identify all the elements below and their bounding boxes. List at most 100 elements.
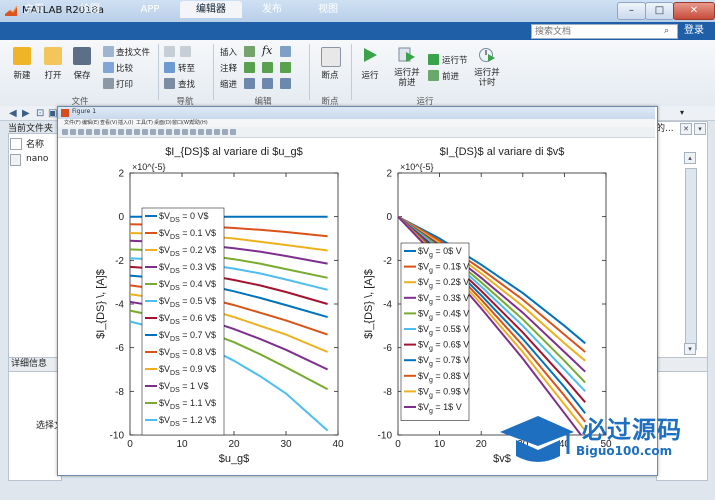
forward-nav-icon[interactable] xyxy=(180,46,191,57)
insert-button[interactable]: 插入 xyxy=(220,46,237,58)
breakpoints-icon[interactable] xyxy=(321,47,341,67)
increase-indent-icon[interactable] xyxy=(262,78,273,89)
new-file-icon[interactable] xyxy=(13,47,31,65)
vertical-scrollbar[interactable] xyxy=(685,168,697,350)
figure-tool-icon[interactable] xyxy=(190,129,196,135)
up-folder-icon[interactable]: ⊡ xyxy=(36,108,44,119)
figure-tool-icon[interactable] xyxy=(102,129,108,135)
advance-icon[interactable] xyxy=(428,70,439,81)
file-list-item[interactable]: nano xyxy=(26,154,48,164)
figure-tool-icon[interactable] xyxy=(70,129,76,135)
advance-button[interactable]: 前进 xyxy=(442,70,459,82)
goto-icon[interactable] xyxy=(164,62,175,73)
close-button[interactable]: ✕ xyxy=(673,2,715,20)
figure-menu-view[interactable]: 查看(V) xyxy=(100,119,117,126)
figure-menu-edit[interactable]: 编辑(E) xyxy=(82,119,99,126)
tab-publish[interactable]: 发布 xyxy=(250,1,294,18)
figure-menu-insert[interactable]: 插入(I) xyxy=(118,119,133,126)
breakpoints-button[interactable]: 断点 xyxy=(314,69,346,81)
new-button[interactable]: 新建 xyxy=(10,69,34,81)
find-icon[interactable] xyxy=(164,78,175,89)
tab-plots[interactable]: 绘图 xyxy=(70,1,110,18)
tab-home[interactable]: 主页 xyxy=(14,1,54,18)
tab-apps[interactable]: APP xyxy=(128,1,172,18)
figure-tool-icon[interactable] xyxy=(222,129,228,135)
run-section-button[interactable]: 运行节 xyxy=(442,54,468,66)
figure-menu-file[interactable]: 文件(F) xyxy=(64,119,81,126)
figure-tool-icon[interactable] xyxy=(214,129,220,135)
figure-tool-icon[interactable] xyxy=(150,129,156,135)
figure-tool-icon[interactable] xyxy=(182,129,188,135)
figure-menu-help[interactable]: 帮助(H) xyxy=(190,119,208,126)
panel-close-icon[interactable]: ✕ xyxy=(680,123,692,135)
search-icon[interactable]: ⌕ xyxy=(664,24,674,38)
figure-menu-desktop[interactable]: 桌面(D) xyxy=(154,119,172,126)
search-input[interactable] xyxy=(531,24,678,39)
scroll-down-icon[interactable]: ▾ xyxy=(684,343,696,355)
run-and-advance-button[interactable]: 运行并 前进 xyxy=(392,68,422,88)
run-and-time-button[interactable]: 运行并 计时 xyxy=(472,68,502,88)
wrap-comment-icon[interactable] xyxy=(280,62,291,73)
figure-tool-icon[interactable] xyxy=(166,129,172,135)
insert-section-icon[interactable] xyxy=(244,46,255,57)
file-icon xyxy=(10,154,21,166)
tab-editor[interactable]: 编辑器 xyxy=(180,1,242,18)
find-button[interactable]: 查找 xyxy=(178,78,195,90)
run-section-icon[interactable] xyxy=(428,54,439,65)
figure-tool-icon[interactable] xyxy=(206,129,212,135)
print-button[interactable]: 打印 xyxy=(116,78,133,90)
open-button[interactable]: 打开 xyxy=(40,69,66,81)
compare-icon[interactable] xyxy=(103,62,114,73)
decrease-indent-icon[interactable] xyxy=(280,78,291,89)
figure-menu-window[interactable]: 窗口(W) xyxy=(172,119,191,126)
insert-menu-icon[interactable] xyxy=(280,46,291,57)
save-disk-icon[interactable] xyxy=(73,47,91,65)
figure-tool-icon[interactable] xyxy=(198,129,204,135)
fx-icon[interactable]: fx xyxy=(262,44,272,57)
minimize-button[interactable]: – xyxy=(617,2,646,20)
figure-tool-icon[interactable] xyxy=(126,129,132,135)
x-tick-label: 30 xyxy=(280,439,292,450)
checkbox-column[interactable] xyxy=(10,138,22,150)
figure-tool-icon[interactable] xyxy=(86,129,92,135)
tab-view[interactable]: 视图 xyxy=(306,1,350,18)
login-button[interactable]: 登录 xyxy=(678,22,710,40)
goto-button[interactable]: 转至 xyxy=(178,62,195,74)
indent-button[interactable]: 缩进 xyxy=(220,78,237,90)
run-and-advance-icon[interactable] xyxy=(398,46,416,64)
figure-tool-icon[interactable] xyxy=(230,129,236,135)
uncomment-icon[interactable] xyxy=(262,62,273,73)
panel-menu-icon[interactable]: ▾ xyxy=(694,123,706,135)
forward-arrow-icon[interactable]: ▶ xyxy=(22,108,30,119)
find-files-icon[interactable] xyxy=(103,46,114,57)
name-column-header[interactable]: 名称 xyxy=(26,137,44,150)
find-files-button[interactable]: 查找文件 xyxy=(116,46,150,58)
run-button[interactable]: 运行 xyxy=(356,69,384,81)
back-arrow-icon[interactable]: ◀ xyxy=(9,108,17,119)
back-nav-icon[interactable] xyxy=(164,46,175,57)
figure-tool-icon[interactable] xyxy=(134,129,140,135)
figure-tool-icon[interactable] xyxy=(110,129,116,135)
figure-tool-icon[interactable] xyxy=(118,129,124,135)
comment-icon[interactable] xyxy=(244,62,255,73)
dropdown-arrow-icon[interactable]: ▾ xyxy=(680,108,690,120)
figure-tool-icon[interactable] xyxy=(94,129,100,135)
figure-menu-tools[interactable]: 工具(T) xyxy=(136,119,153,126)
open-folder-icon[interactable] xyxy=(44,47,62,65)
run-icon[interactable] xyxy=(361,46,379,64)
maximize-button[interactable]: □ xyxy=(645,2,674,20)
y-tick-label: -4 xyxy=(383,300,392,311)
y-tick-label: -4 xyxy=(115,300,124,311)
smart-indent-icon[interactable] xyxy=(244,78,255,89)
scroll-up-icon[interactable]: ▴ xyxy=(684,152,696,164)
compare-button[interactable]: 比较 xyxy=(116,62,133,74)
figure-tool-icon[interactable] xyxy=(142,129,148,135)
figure-tool-icon[interactable] xyxy=(62,129,68,135)
figure-tool-icon[interactable] xyxy=(174,129,180,135)
figure-tool-icon[interactable] xyxy=(78,129,84,135)
comment-button[interactable]: 注释 xyxy=(220,62,237,74)
save-button[interactable]: 保存 xyxy=(70,69,94,81)
run-and-time-icon[interactable] xyxy=(478,46,496,64)
print-icon[interactable] xyxy=(103,78,114,89)
figure-tool-icon[interactable] xyxy=(158,129,164,135)
